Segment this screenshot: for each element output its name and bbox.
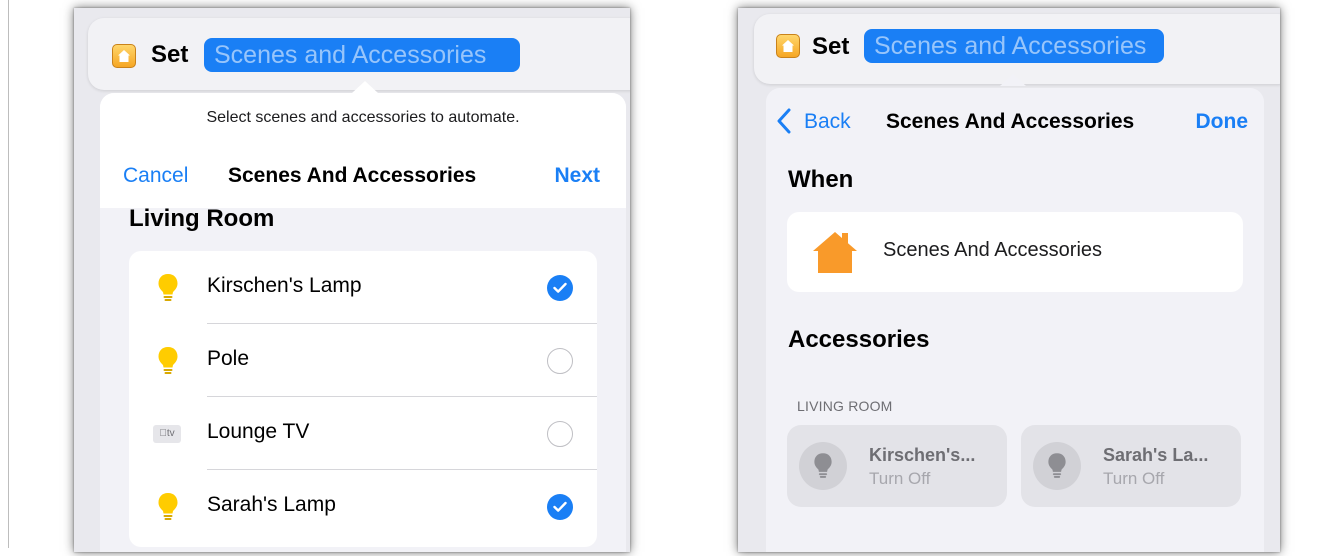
item-label: Kirschen's Lamp <box>207 274 362 297</box>
next-button[interactable]: Next <box>554 164 600 188</box>
item-label: Lounge TV <box>207 420 310 443</box>
sheet-header: Select scenes and accessories to automat… <box>100 93 626 208</box>
back-button[interactable]: Back <box>804 110 851 134</box>
section-title-living-room: Living Room <box>129 205 275 232</box>
checkmark-empty-icon[interactable] <box>547 421 573 447</box>
sheet-title: Scenes And Accessories <box>886 110 1135 133</box>
room-label: LIVING ROOM <box>797 398 893 414</box>
home-app-icon <box>112 44 136 68</box>
tile-name: Kirschen's... <box>869 445 976 465</box>
bulb-off-icon <box>799 442 847 490</box>
scenes-accessories-token[interactable]: Scenes and Accessories <box>864 29 1164 63</box>
accessory-list: Kirschen's Lamp Pole tv Lounge TV <box>129 251 597 547</box>
window-edge <box>8 0 9 548</box>
right-panel: Set Scenes and Accessories Back Scenes A… <box>738 8 1280 552</box>
tile-state: Turn Off <box>869 469 931 488</box>
when-card[interactable]: Scenes And Accessories <box>787 212 1243 292</box>
sheet-title: Scenes And Accessories <box>228 164 477 187</box>
when-item-label: Scenes And Accessories <box>883 239 1103 261</box>
tile-state: Turn Off <box>1103 469 1165 488</box>
list-item[interactable]: Pole <box>129 324 597 397</box>
select-accessories-sheet: Select scenes and accessories to automat… <box>100 93 626 552</box>
bulb-off-icon <box>1033 442 1081 490</box>
scenes-accessories-sheet: Back Scenes And Accessories Done When Sc… <box>766 88 1264 552</box>
left-panel: Set Scenes and Accessories Select scenes… <box>74 8 630 552</box>
home-app-icon <box>776 34 800 58</box>
done-button[interactable]: Done <box>1196 110 1249 134</box>
list-item[interactable]: Sarah's Lamp <box>129 470 597 543</box>
item-label: Pole <box>207 347 250 370</box>
popover-arrow <box>352 81 378 93</box>
cancel-button[interactable]: Cancel <box>123 164 188 188</box>
section-title-when: When <box>788 166 854 193</box>
scenes-accessories-token[interactable]: Scenes and Accessories <box>204 38 520 72</box>
bulb-icon <box>158 274 178 301</box>
list-item[interactable]: tv Lounge TV <box>129 397 597 470</box>
house-icon <box>813 232 857 273</box>
list-item[interactable]: Kirschen's Lamp <box>129 251 597 324</box>
bulb-icon <box>158 493 178 520</box>
set-action-bar: Set Scenes and Accessories <box>88 18 630 90</box>
sheet-hint: Select scenes and accessories to automat… <box>206 109 520 126</box>
chevron-left-icon[interactable] <box>776 108 792 134</box>
apple-tv-icon: tv <box>153 425 181 443</box>
section-title-accessories: Accessories <box>788 326 930 353</box>
popover-arrow <box>1000 74 1026 86</box>
checkmark-selected-icon[interactable] <box>547 275 573 301</box>
bulb-icon <box>158 347 178 374</box>
item-label: Sarah's Lamp <box>207 493 336 516</box>
tile-name: Sarah's La... <box>1103 445 1209 465</box>
checkmark-selected-icon[interactable] <box>547 494 573 520</box>
set-label: Set <box>812 33 850 60</box>
checkmark-empty-icon[interactable] <box>547 348 573 374</box>
set-label: Set <box>151 41 189 68</box>
accessory-tile-sarahs-lamp[interactable]: Sarah's La... Turn Off <box>1021 425 1241 507</box>
accessory-tile-kirschens-lamp[interactable]: Kirschen's... Turn Off <box>787 425 1007 507</box>
